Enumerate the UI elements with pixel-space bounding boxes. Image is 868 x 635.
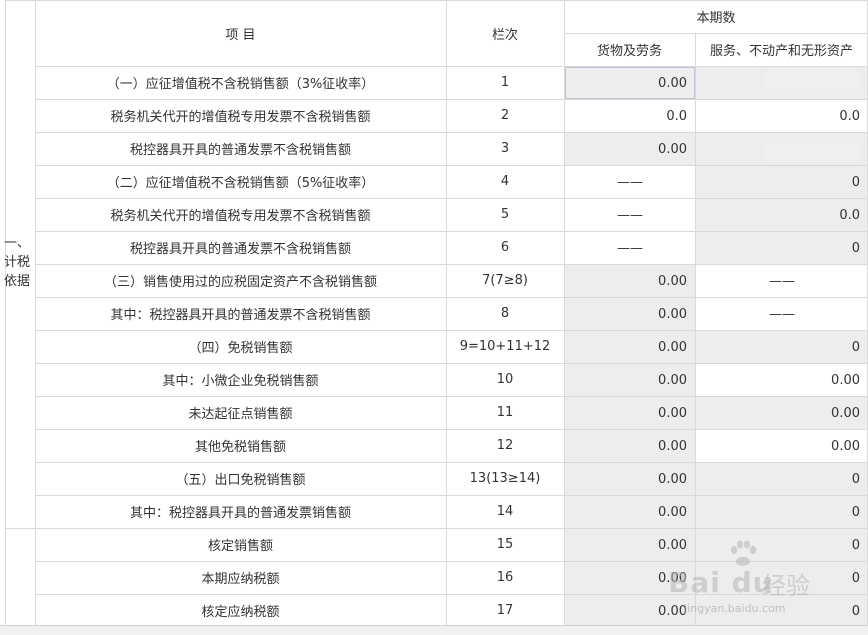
services-amount-field[interactable]: 0 bbox=[696, 496, 868, 528]
grid-line bbox=[35, 231, 868, 232]
services-amount-field[interactable]: 0.00 bbox=[696, 364, 868, 396]
row-line-number: 7(7≥8) bbox=[482, 273, 528, 288]
services-amount-field[interactable]: 0 bbox=[696, 166, 868, 198]
row-line-number: 8 bbox=[500, 306, 510, 321]
grid-line bbox=[35, 132, 868, 133]
header-item: 项 目 bbox=[225, 27, 256, 43]
row-item-label: 核定销售额 bbox=[207, 539, 273, 554]
grid-line bbox=[35, 363, 868, 364]
watermark-text: 经验 bbox=[762, 572, 810, 600]
services-amount-field: —— bbox=[769, 306, 795, 322]
grid-line bbox=[35, 297, 868, 298]
goods-amount-field[interactable]: 0.0 bbox=[565, 100, 695, 132]
category-label: 一、计税依据 bbox=[4, 236, 31, 289]
redacted-value bbox=[765, 72, 860, 94]
services-amount-field[interactable]: 0 bbox=[696, 463, 868, 495]
row-line-number: 17 bbox=[496, 603, 514, 618]
row-item-label: 本期应纳税额 bbox=[201, 572, 280, 587]
goods-amount-field[interactable]: 0.00 bbox=[565, 463, 695, 495]
grid-line bbox=[35, 264, 868, 265]
row-item-label: 其他免税销售额 bbox=[194, 440, 286, 455]
goods-amount-field[interactable]: 0.00 bbox=[565, 265, 695, 297]
services-amount-field: —— bbox=[769, 273, 795, 289]
goods-amount-field: —— bbox=[617, 240, 643, 256]
row-line-number: 9=10+11+12 bbox=[459, 339, 551, 354]
grid-line bbox=[35, 429, 868, 430]
row-item-label: 税务机关代开的增值税专用发票不含税销售额 bbox=[110, 110, 371, 125]
header-services: 服务、不动产和无形资产 bbox=[709, 44, 853, 59]
row-item-label: （四）免税销售额 bbox=[188, 341, 293, 356]
goods-amount-field[interactable]: 0.00 bbox=[565, 430, 695, 462]
row-item-label: 税控器具开具的普通发票不含税销售额 bbox=[129, 143, 351, 158]
row-item-label: （一）应征增值税不含税销售额（3%征收率） bbox=[106, 77, 375, 92]
paw-icon bbox=[730, 540, 757, 566]
redacted-value bbox=[765, 138, 860, 160]
row-item-label: 其中：税控器具开具的普通发票销售额 bbox=[129, 506, 351, 521]
grid-line bbox=[35, 330, 868, 331]
row-item-label: 未达起征点销售额 bbox=[188, 407, 293, 422]
grid-line bbox=[35, 0, 36, 627]
row-line-number: 10 bbox=[496, 372, 514, 387]
row-line-number: 1 bbox=[500, 75, 510, 90]
header-line-no: 栏次 bbox=[491, 27, 518, 43]
row-line-number: 4 bbox=[500, 174, 510, 189]
row-item-label: （二）应征增值税不含税销售额（5%征收率） bbox=[106, 176, 375, 191]
row-item-label: 税控器具开具的普通发票不含税销售额 bbox=[129, 242, 351, 257]
grid-line bbox=[5, 0, 6, 627]
grid-line bbox=[5, 528, 868, 529]
grid-line bbox=[564, 0, 565, 627]
grid-line bbox=[35, 396, 868, 397]
watermark-url: jingyan.baidu.com bbox=[684, 602, 786, 615]
services-amount-field[interactable]: 0.0 bbox=[696, 199, 868, 231]
goods-amount-field[interactable]: 0.00 bbox=[565, 397, 695, 429]
row-line-number: 12 bbox=[496, 438, 514, 453]
watermark-logo: Bai du bbox=[668, 566, 774, 599]
grid-line bbox=[35, 462, 868, 463]
goods-amount-field[interactable]: 0.00 bbox=[565, 331, 695, 363]
goods-amount-field[interactable]: 0.00 bbox=[565, 67, 695, 99]
row-line-number: 16 bbox=[496, 570, 514, 585]
row-line-number: 14 bbox=[496, 504, 514, 519]
grid-line bbox=[35, 99, 868, 100]
grid-line bbox=[35, 198, 868, 199]
services-amount-field[interactable]: 0.00 bbox=[696, 430, 868, 462]
grid-line bbox=[564, 33, 868, 34]
row-item-label: 其中：税控器具开具的普通发票不含税销售额 bbox=[110, 308, 371, 323]
goods-amount-field: —— bbox=[617, 174, 643, 190]
row-line-number: 15 bbox=[496, 537, 514, 552]
row-line-number: 3 bbox=[500, 141, 510, 156]
services-amount-field[interactable]: 0.0 bbox=[696, 100, 868, 132]
goods-amount-field: —— bbox=[617, 207, 643, 223]
grid-line bbox=[446, 0, 447, 627]
header-period: 本期数 bbox=[696, 11, 736, 26]
services-amount-field[interactable]: 0 bbox=[696, 232, 868, 264]
row-line-number: 2 bbox=[500, 108, 510, 123]
grid-line bbox=[35, 66, 868, 67]
row-line-number: 11 bbox=[496, 405, 514, 420]
grid-line bbox=[5, 0, 868, 1]
row-item-label: （三）销售使用过的应税固定资产不含税销售额 bbox=[103, 275, 377, 290]
services-amount-field[interactable]: 0 bbox=[696, 331, 868, 363]
row-line-number: 5 bbox=[500, 207, 510, 222]
row-item-label: （五）出口免税销售额 bbox=[175, 473, 306, 488]
goods-amount-field[interactable]: 0.00 bbox=[565, 133, 695, 165]
grid-line bbox=[35, 165, 868, 166]
row-item-label: 核定应纳税额 bbox=[201, 605, 280, 620]
watermark: Bai du 经验 jingyan.baidu.com bbox=[660, 532, 860, 622]
services-amount-field[interactable]: 0.00 bbox=[696, 397, 868, 429]
grid-line bbox=[35, 495, 868, 496]
header-goods: 货物及劳务 bbox=[596, 44, 662, 59]
row-item-label: 税务机关代开的增值税专用发票不含税销售额 bbox=[110, 209, 371, 224]
row-item-label: 其中：小微企业免税销售额 bbox=[162, 374, 319, 389]
goods-amount-field[interactable]: 0.00 bbox=[565, 298, 695, 330]
goods-amount-field[interactable]: 0.00 bbox=[565, 364, 695, 396]
row-line-number: 6 bbox=[500, 240, 510, 255]
goods-amount-field[interactable]: 0.00 bbox=[565, 496, 695, 528]
row-line-number: 13(13≥14) bbox=[469, 471, 541, 486]
